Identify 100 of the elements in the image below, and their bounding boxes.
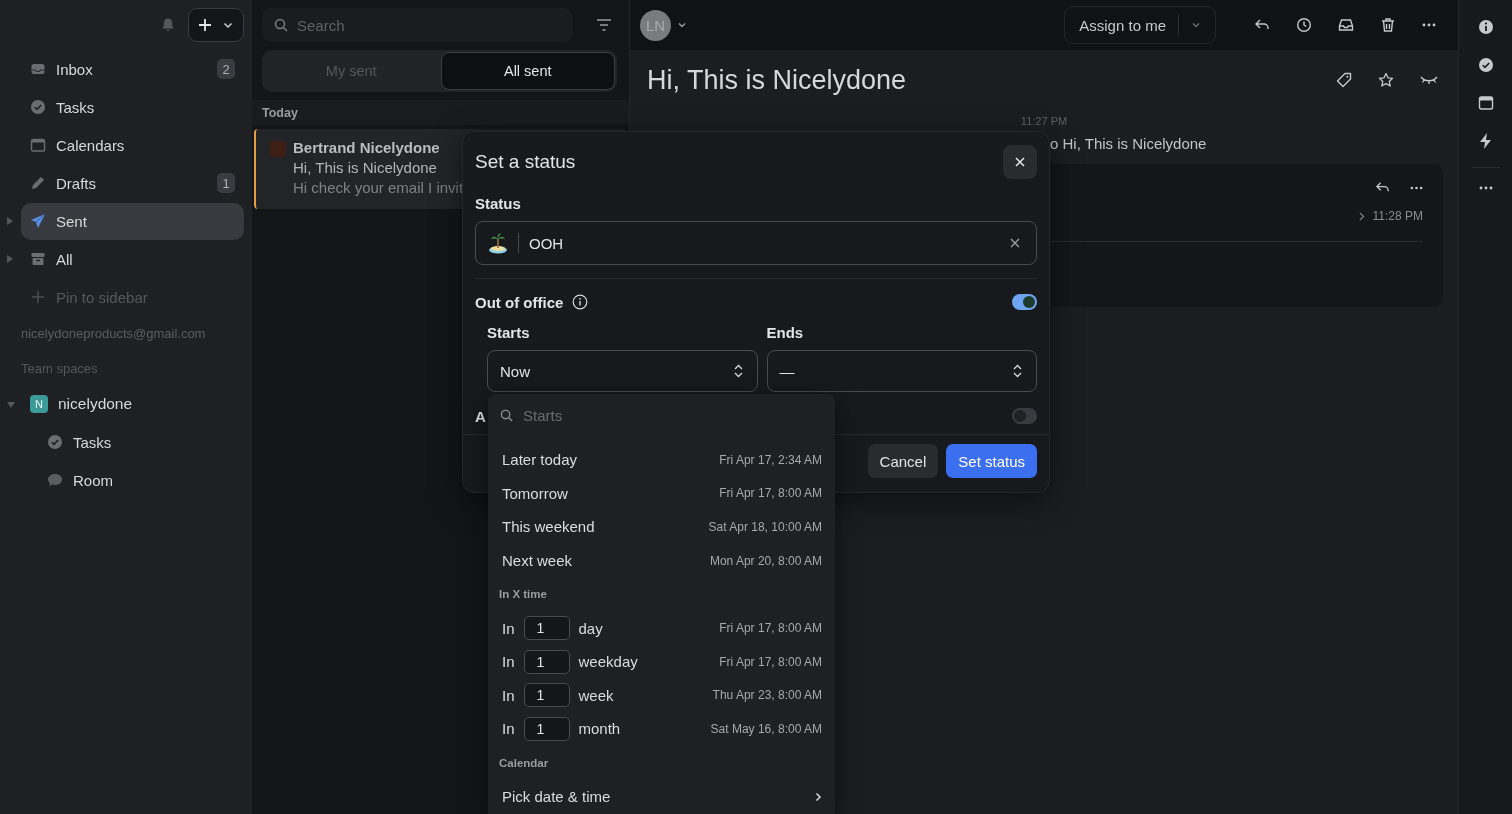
select-field[interactable]: — — [766, 350, 1037, 392]
chevron-down-icon[interactable] — [677, 20, 687, 30]
section-heading: In X time — [499, 587, 548, 603]
option-label: In — [502, 720, 515, 738]
trash-icon[interactable] — [1380, 17, 1396, 33]
check-circle-icon — [30, 99, 46, 115]
check-circle-icon — [47, 434, 63, 450]
info-icon[interactable] — [572, 294, 589, 310]
menu-item[interactable]: Later today Fri Apr 17, 2:34 AM — [502, 443, 822, 477]
message-preview: Hi check your email I invit — [293, 179, 464, 196]
lightning-icon[interactable] — [1478, 133, 1493, 149]
sidebar-item[interactable]: Room — [21, 461, 244, 499]
plus-icon — [198, 18, 212, 32]
option-label: A — [475, 407, 486, 425]
option-date: Fri Apr 17, 8:00 AM — [719, 654, 822, 669]
section-heading: Calendar — [499, 755, 550, 771]
chevron-right-icon — [815, 791, 822, 802]
thread-title: Hi, This is Nicelydone — [647, 64, 907, 96]
calendar-icon — [30, 137, 46, 153]
menu-item[interactable]: In 1 month Sat May 16, 8:00 AM — [502, 712, 822, 746]
option-label: Pick date & time — [502, 788, 611, 806]
sidebar-item[interactable]: Tasks — [21, 88, 244, 126]
account-email: nicelydoneproducts@gmail.com — [20, 325, 207, 343]
inbox-icon — [30, 61, 46, 77]
sidebar-label: Tasks — [56, 98, 95, 116]
section-heading: Team spaces — [20, 360, 99, 378]
island-icon[interactable] — [488, 232, 508, 254]
select-field[interactable]: Now — [487, 350, 758, 392]
compose-button[interactable] — [188, 8, 244, 42]
sidebar-item[interactable]: Tasks — [21, 423, 244, 461]
team-avatar: N — [30, 395, 48, 413]
clock-icon[interactable] — [1296, 17, 1312, 33]
toggle-switch[interactable] — [1012, 294, 1037, 310]
sidebar-label: Tasks — [73, 433, 112, 451]
field-label: Ends — [766, 324, 805, 341]
sidebar-label: Pin to sidebar — [56, 288, 148, 306]
sidebar-item[interactable]: Drafts 1 — [21, 164, 244, 202]
sidebar-item[interactable]: All — [21, 240, 244, 278]
search-field[interactable]: Starts — [521, 406, 823, 425]
clear-icon[interactable] — [1010, 238, 1020, 248]
more-icon[interactable] — [1422, 23, 1436, 27]
tag-icon[interactable] — [1336, 72, 1352, 88]
info-icon[interactable] — [1477, 19, 1494, 35]
count-badge: 1 — [217, 173, 235, 193]
more-icon[interactable] — [1410, 185, 1423, 190]
amount-field[interactable]: 1 — [523, 683, 570, 708]
sidebar-label: All — [56, 250, 73, 268]
menu-item[interactable]: This weekend Sat Apr 18, 10:00 AM — [502, 510, 822, 544]
menu-item[interactable]: In 1 weekday Fri Apr 17, 8:00 AM — [502, 644, 822, 679]
timestamp: 11:28 PM — [1372, 209, 1423, 223]
status-field[interactable]: OOH — [475, 221, 1037, 265]
team-item[interactable]: N nicelydone — [21, 385, 244, 423]
filter-icon[interactable] — [597, 19, 611, 31]
close-button[interactable] — [1003, 145, 1037, 179]
option-date: Sat May 16, 8:00 AM — [710, 721, 822, 736]
menu-item[interactable]: In 1 week Thu Apr 23, 8:00 AM — [502, 678, 822, 713]
tab[interactable]: All sent — [440, 52, 615, 90]
option-label: week — [578, 686, 614, 704]
calendar-icon[interactable] — [1477, 95, 1494, 111]
team-name: nicelydone — [58, 395, 133, 413]
option-label: Later today — [502, 451, 578, 469]
chevron-right-icon[interactable] — [1358, 211, 1365, 221]
avatar — [270, 141, 286, 157]
menu-item[interactable]: Next week Mon Apr 20, 8:00 AM — [502, 543, 822, 578]
message-subject: Hi, This is Nicelydone — [293, 159, 438, 176]
menu-item[interactable]: In 1 day Fri Apr 17, 8:00 AM — [502, 611, 822, 645]
menu-item[interactable]: Pick date & time — [502, 779, 822, 814]
toggle-switch[interactable] — [1012, 408, 1037, 424]
check-circle-icon[interactable] — [1477, 57, 1494, 73]
speech-bubble-icon — [47, 472, 63, 488]
search-field[interactable]: Search — [262, 8, 573, 42]
sidebar-item[interactable]: Sent — [21, 202, 244, 240]
option-label: Tomorrow — [502, 484, 568, 502]
sidebar-item[interactable]: Calendars — [21, 126, 244, 164]
amount-field[interactable]: 1 — [523, 716, 570, 741]
up-down-chevron-icon — [1013, 364, 1022, 378]
cancel-button[interactable]: Cancel — [867, 444, 939, 478]
set-status-button[interactable]: Set status — [946, 444, 1037, 478]
option-label: day — [578, 619, 603, 637]
star-icon[interactable] — [1378, 72, 1394, 88]
close-icon — [1015, 157, 1025, 167]
option-date: Thu Apr 23, 8:00 AM — [712, 688, 822, 703]
chevron-down-icon — [1191, 20, 1201, 30]
sender-name: Bertrand Nicelydone — [293, 139, 441, 156]
sidebar-item[interactable]: Inbox 2 — [21, 50, 244, 88]
option-label: Next week — [502, 552, 573, 570]
sidebar-label: Drafts — [56, 174, 96, 192]
option-date: Mon Apr 20, 8:00 AM — [709, 553, 822, 568]
inbox-icon[interactable] — [1338, 17, 1354, 33]
option-label: weekday — [578, 653, 638, 671]
option-date: Fri Apr 17, 8:00 AM — [719, 486, 822, 501]
amount-field[interactable]: 1 — [523, 616, 570, 641]
sidebar-label: Sent — [56, 212, 87, 230]
option-label: month — [578, 720, 621, 738]
amount-field[interactable]: 1 — [523, 649, 570, 674]
paper-plane-icon — [30, 213, 46, 229]
menu-item[interactable]: Tomorrow Fri Apr 17, 8:00 AM — [502, 476, 822, 511]
more-icon[interactable] — [1478, 186, 1493, 190]
closed-eye-icon[interactable] — [1420, 74, 1438, 86]
assign-button[interactable]: Assign to me — [1064, 6, 1216, 44]
